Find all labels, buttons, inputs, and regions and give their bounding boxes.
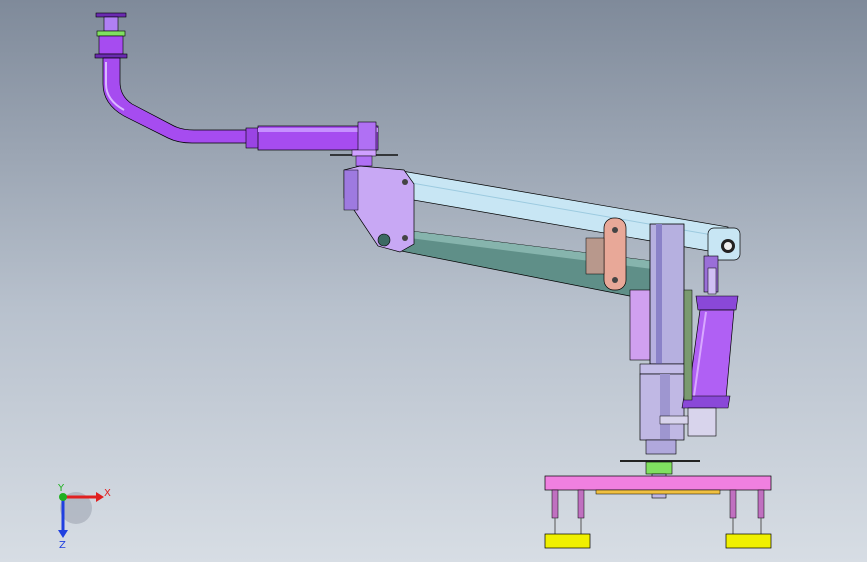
z-axis-label: Z — [59, 540, 66, 551]
pivot-neck — [355, 155, 373, 167]
cylinder-head — [695, 295, 739, 311]
mount-bracket — [659, 415, 689, 425]
assembly-drawing[interactable]: X Y Z — [0, 0, 867, 562]
swivel-arm[interactable] — [94, 12, 398, 167]
end-pin-inner — [724, 242, 732, 250]
bracket-side — [343, 169, 359, 211]
pivot-cap — [351, 149, 377, 157]
lower-flange — [94, 53, 128, 59]
y-axis-label: Y — [57, 483, 65, 494]
column-shade — [656, 224, 662, 364]
bent-tube — [102, 57, 249, 144]
foot-pad-right — [725, 533, 772, 549]
z-axis-head — [58, 530, 68, 538]
x-axis-head — [96, 492, 104, 502]
column-collar — [639, 363, 685, 375]
pivot-block — [357, 121, 377, 153]
cylinder-rod — [707, 267, 717, 295]
link-bolt-top — [612, 227, 618, 233]
leg-3 — [729, 489, 737, 519]
swivel-body — [98, 35, 124, 55]
bracket-bolt-top — [402, 179, 408, 185]
link-bolt-bottom — [612, 277, 618, 283]
base-plate — [595, 489, 721, 495]
green-collar — [96, 30, 126, 37]
base-frame[interactable] — [544, 475, 772, 549]
leg-1 — [551, 489, 559, 519]
cad-viewport[interactable]: X Y Z — [0, 0, 867, 562]
coordinate-triad: X Y Z — [57, 483, 111, 551]
top-flange — [95, 12, 127, 18]
column-lower-shade — [660, 374, 670, 440]
leg-4 — [757, 489, 765, 519]
leg-2 — [577, 489, 585, 519]
base-beam — [544, 475, 772, 491]
slew-ring — [645, 461, 673, 475]
top-stem — [103, 16, 119, 32]
x-axis-label: X — [104, 488, 111, 499]
link-shadow — [585, 237, 605, 275]
guide-rod — [683, 289, 693, 401]
bracket-bolt-bottom — [402, 235, 408, 241]
y-axis-dot — [59, 493, 67, 501]
cylinder-mount — [687, 407, 717, 437]
foot-pad-left — [544, 533, 591, 549]
column-upper — [649, 223, 685, 365]
lower-pin — [377, 233, 391, 247]
column-foot — [645, 439, 677, 455]
